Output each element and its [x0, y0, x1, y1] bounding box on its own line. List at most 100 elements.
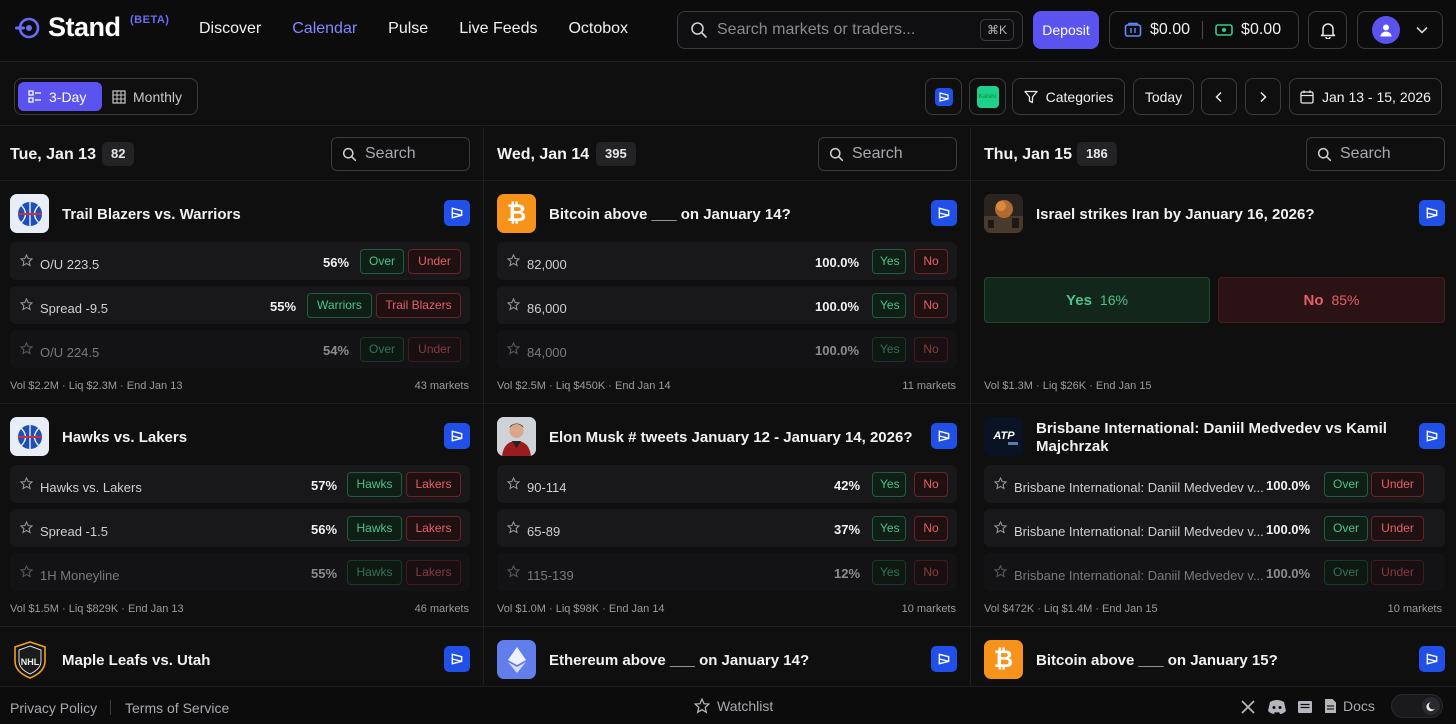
- buy-yes-button[interactable]: Yes 16%: [984, 277, 1210, 323]
- view-monthly-button[interactable]: Monthly: [102, 82, 192, 111]
- brand-logo[interactable]: Stand: [14, 12, 121, 43]
- nav-octobox[interactable]: Octobox: [568, 20, 628, 38]
- star-icon[interactable]: [994, 521, 1007, 534]
- global-search[interactable]: ⌘K: [677, 11, 1023, 49]
- next-range-button[interactable]: [1245, 78, 1281, 115]
- event-market-count[interactable]: 11 markets: [902, 380, 956, 392]
- column-search-button[interactable]: Search: [1306, 137, 1445, 171]
- event-card[interactable]: Hawks vs. Lakers Hawks vs. Lakers 57% Ha…: [0, 404, 483, 627]
- outcome-no-button[interactable]: No: [914, 249, 948, 274]
- event-card[interactable]: Trail Blazers vs. Warriors O/U 223.5 56%…: [0, 181, 483, 404]
- event-title[interactable]: Israel strikes Iran by January 16, 2026?: [1036, 206, 1315, 224]
- newsletter-icon[interactable]: [1297, 699, 1313, 715]
- outcome-yes-button[interactable]: Over: [1324, 516, 1368, 541]
- nav-pulse[interactable]: Pulse: [388, 20, 428, 38]
- outcome-no-button[interactable]: Under: [408, 337, 461, 362]
- outcome-no-button[interactable]: Lakers: [406, 516, 461, 541]
- outcome-no-button[interactable]: Trail Blazers: [376, 293, 461, 318]
- outcome-row[interactable]: 84,000 100.0% Yes No: [497, 330, 957, 368]
- terms-of-service-link[interactable]: Terms of Service: [125, 700, 229, 716]
- star-icon[interactable]: [507, 298, 520, 311]
- outcome-row[interactable]: Spread -1.5 56% Hawks Lakers: [10, 509, 470, 547]
- search-input[interactable]: [717, 21, 967, 39]
- polymarket-filter-button[interactable]: [925, 78, 962, 115]
- nav-discover[interactable]: Discover: [199, 20, 261, 38]
- event-card[interactable]: ₿ Bitcoin above ___ on January 14? 82,00…: [484, 181, 970, 404]
- outcome-no-button[interactable]: No: [914, 337, 948, 362]
- outcome-no-button[interactable]: Under: [408, 249, 461, 274]
- outcome-row[interactable]: Hawks vs. Lakers 57% Hawks Lakers: [10, 465, 470, 503]
- outcome-yes-button[interactable]: Yes: [872, 337, 906, 362]
- x-twitter-icon[interactable]: [1240, 699, 1256, 715]
- outcome-no-button[interactable]: No: [914, 560, 948, 585]
- star-icon[interactable]: [507, 565, 520, 578]
- theme-toggle[interactable]: [1391, 694, 1443, 718]
- outcome-no-button[interactable]: No: [914, 516, 948, 541]
- polymarket-badge-icon[interactable]: [1419, 423, 1445, 449]
- outcome-no-button[interactable]: Lakers: [406, 560, 461, 585]
- event-title[interactable]: Brisbane International: Daniil Medvedev …: [1036, 420, 1396, 456]
- outcome-no-button[interactable]: Under: [1371, 472, 1424, 497]
- privacy-policy-link[interactable]: Privacy Policy: [10, 700, 97, 716]
- star-icon[interactable]: [994, 477, 1007, 490]
- outcome-yes-button[interactable]: Yes: [872, 249, 906, 274]
- notifications-button[interactable]: [1308, 11, 1347, 49]
- event-title[interactable]: Bitcoin above ___ on January 15?: [1036, 652, 1278, 670]
- discord-icon[interactable]: [1267, 699, 1287, 715]
- event-card[interactable]: Ethereum above ___ on January 14?: [484, 627, 970, 685]
- star-icon[interactable]: [20, 521, 33, 534]
- event-title[interactable]: Hawks vs. Lakers: [62, 429, 187, 447]
- star-icon[interactable]: [20, 254, 33, 267]
- column-search-button[interactable]: Search: [331, 137, 470, 171]
- event-card[interactable]: NHL Maple Leafs vs. Utah: [0, 627, 483, 685]
- event-card[interactable]: ATP Brisbane International: Daniil Medve…: [971, 404, 1456, 627]
- view-3day-button[interactable]: 3-Day: [18, 82, 102, 111]
- event-market-count[interactable]: 46 markets: [415, 603, 469, 615]
- star-icon[interactable]: [507, 254, 520, 267]
- outcome-yes-button[interactable]: Yes: [872, 560, 906, 585]
- outcome-row[interactable]: Spread -9.5 55% Warriors Trail Blazers: [10, 286, 470, 324]
- outcome-yes-button[interactable]: Over: [1324, 560, 1368, 585]
- outcome-no-button[interactable]: No: [914, 293, 948, 318]
- outcome-row[interactable]: 65-89 37% Yes No: [497, 509, 957, 547]
- outcome-yes-button[interactable]: Yes: [872, 293, 906, 318]
- outcome-row[interactable]: Brisbane International: Daniil Medvedev …: [984, 509, 1445, 547]
- kalshi-filter-button[interactable]: Kalshi: [969, 78, 1006, 115]
- watchlist-link[interactable]: Watchlist: [694, 698, 773, 714]
- event-card[interactable]: Israel strikes Iran by January 16, 2026?…: [971, 181, 1456, 404]
- outcome-yes-button[interactable]: Hawks: [347, 472, 402, 497]
- outcome-row[interactable]: Brisbane International: Daniil Medvedev …: [984, 553, 1445, 591]
- polymarket-badge-icon[interactable]: [444, 423, 470, 449]
- outcome-row[interactable]: O/U 223.5 56% Over Under: [10, 242, 470, 280]
- event-title[interactable]: Elon Musk # tweets January 12 - January …: [549, 429, 913, 447]
- polymarket-badge-icon[interactable]: [1419, 646, 1445, 672]
- outcome-no-button[interactable]: No: [914, 472, 948, 497]
- outcome-row[interactable]: 90-114 42% Yes No: [497, 465, 957, 503]
- today-button[interactable]: Today: [1133, 78, 1194, 115]
- outcome-yes-button[interactable]: Hawks: [347, 516, 402, 541]
- event-market-count[interactable]: 10 markets: [1388, 603, 1442, 615]
- outcome-row[interactable]: 82,000 100.0% Yes No: [497, 242, 957, 280]
- outcome-yes-button[interactable]: Warriors: [307, 293, 372, 318]
- outcome-no-button[interactable]: Under: [1371, 516, 1424, 541]
- outcome-yes-button[interactable]: Yes: [872, 472, 906, 497]
- outcome-row[interactable]: 86,000 100.0% Yes No: [497, 286, 957, 324]
- outcome-row[interactable]: 115-139 12% Yes No: [497, 553, 957, 591]
- polymarket-badge-icon[interactable]: [931, 646, 957, 672]
- outcome-yes-button[interactable]: Over: [360, 249, 404, 274]
- balance-display[interactable]: $0.00 $0.00: [1109, 11, 1299, 49]
- star-icon[interactable]: [20, 565, 33, 578]
- event-card[interactable]: Elon Musk # tweets January 12 - January …: [484, 404, 970, 627]
- outcome-yes-button[interactable]: Over: [1324, 472, 1368, 497]
- star-icon[interactable]: [507, 477, 520, 490]
- categories-button[interactable]: Categories: [1012, 78, 1125, 115]
- polymarket-badge-icon[interactable]: [444, 646, 470, 672]
- outcome-yes-button[interactable]: Over: [360, 337, 404, 362]
- nav-calendar[interactable]: Calendar: [292, 20, 357, 38]
- profile-menu[interactable]: [1357, 11, 1443, 49]
- outcome-row[interactable]: O/U 224.5 54% Over Under: [10, 330, 470, 368]
- outcome-yes-button[interactable]: Yes: [872, 516, 906, 541]
- star-icon[interactable]: [994, 565, 1007, 578]
- outcome-row[interactable]: 1H Moneyline 55% Hawks Lakers: [10, 553, 470, 591]
- event-card[interactable]: ₿ Bitcoin above ___ on January 15?: [971, 627, 1456, 685]
